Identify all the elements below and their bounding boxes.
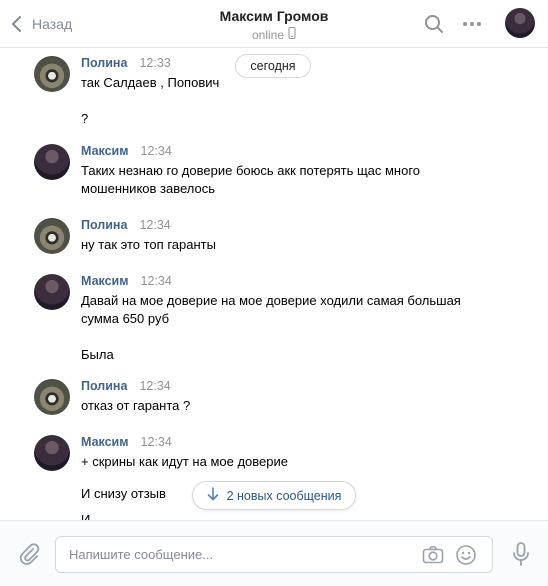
message-text: Была xyxy=(81,347,114,362)
message-group: Полина 12:34 ну так это топ гаранты xyxy=(34,218,528,258)
paperclip-icon[interactable] xyxy=(16,541,42,567)
avatar[interactable] xyxy=(34,379,70,415)
chat-title[interactable]: Максим Громов xyxy=(220,8,329,25)
message-body: Давай на мое доверие на мое доверие ходи… xyxy=(81,292,478,364)
date-separator: сегодня xyxy=(235,54,311,78)
message-header: Максим 12:34 xyxy=(81,144,172,162)
avatar[interactable] xyxy=(34,218,70,254)
message-header: Полина 12:33 xyxy=(81,56,171,74)
message-composer: Напишите сообщение... xyxy=(0,520,548,586)
camera-icon[interactable] xyxy=(421,543,445,567)
arrow-down-icon xyxy=(207,487,227,504)
more-icon[interactable] xyxy=(460,12,484,36)
chat-header: Назад Максим Громов online xyxy=(0,0,548,48)
author-name[interactable]: Полина xyxy=(81,56,127,70)
status-line: online xyxy=(252,27,296,43)
back-label: Назад xyxy=(32,16,73,32)
avatar[interactable] xyxy=(34,435,70,471)
message-group: Полина 12:34 отказ от гаранта ? xyxy=(34,379,528,419)
author-name[interactable]: Максим xyxy=(81,144,129,158)
message-time[interactable]: 12:34 xyxy=(139,218,170,232)
contact-avatar[interactable] xyxy=(505,8,535,38)
message-text: ну так это топ гаранты xyxy=(81,237,216,252)
avatar[interactable] xyxy=(34,56,70,92)
online-status: online xyxy=(251,28,285,42)
message-text: + скрины как идут на мое доверие xyxy=(81,454,288,469)
new-messages-label: 2 новых сообщения xyxy=(226,488,342,503)
microphone-icon[interactable] xyxy=(509,541,533,567)
avatar[interactable] xyxy=(34,144,70,180)
message-header: Максим 12:34 xyxy=(81,274,172,292)
mobile-phone-icon xyxy=(284,27,296,43)
message-time[interactable]: 12:34 xyxy=(141,274,172,288)
chevron-left-icon xyxy=(10,14,24,34)
message-body: так Салдаев , Попович ? xyxy=(81,74,528,128)
avatar[interactable] xyxy=(34,274,70,310)
message-body: ну так это топ гаранты xyxy=(81,236,528,254)
message-text: отказ от гаранта ? xyxy=(81,398,191,413)
message-history[interactable]: Полина 12:33 так Салдаев , Попович ? сег… xyxy=(0,48,548,520)
message-time[interactable]: 12:34 xyxy=(139,379,170,393)
message-header: Полина 12:34 xyxy=(81,379,171,397)
message-time[interactable]: 12:34 xyxy=(141,435,172,449)
message-time[interactable]: 12:33 xyxy=(139,56,170,70)
message-header: Максим 12:34 xyxy=(81,435,172,453)
message-group: Максим 12:34 Таких незнаю го доверие бою… xyxy=(34,144,528,204)
message-text: ? xyxy=(81,111,89,126)
message-text: И... xyxy=(81,512,102,520)
search-icon[interactable] xyxy=(422,12,446,36)
smile-icon[interactable] xyxy=(454,543,478,567)
author-name[interactable]: Максим xyxy=(81,435,129,449)
message-header: Полина 12:34 xyxy=(81,218,171,236)
message-input[interactable]: Напишите сообщение... xyxy=(55,536,493,573)
author-name[interactable]: Максим xyxy=(81,274,129,288)
author-name[interactable]: Полина xyxy=(81,379,127,393)
back-button[interactable]: Назад xyxy=(10,12,72,36)
message-input-placeholder: Напишите сообщение... xyxy=(69,547,214,562)
message-time[interactable]: 12:34 xyxy=(141,144,172,158)
new-messages-button[interactable]: 2 новых сообщения xyxy=(192,481,356,510)
message-text: Таких незнаю го доверие боюсь акк потеря… xyxy=(81,163,421,196)
message-body: Таких незнаю го доверие боюсь акк потеря… xyxy=(81,162,438,198)
message-text: Давай на мое доверие на мое доверие ходи… xyxy=(81,293,461,326)
message-text: так Салдаев , Попович xyxy=(81,75,220,90)
message-body: отказ от гаранта ? xyxy=(81,397,528,415)
message-group: Максим 12:34 Давай на мое доверие на мое… xyxy=(34,274,528,364)
author-name[interactable]: Полина xyxy=(81,218,127,232)
